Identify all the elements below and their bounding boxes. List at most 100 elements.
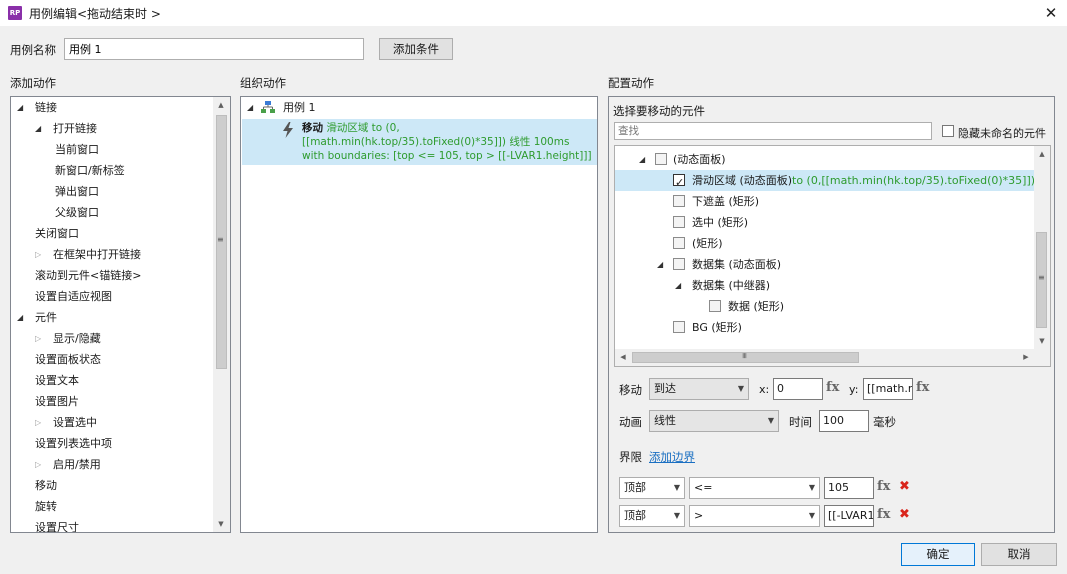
scroll-left-icon[interactable]: ◀ <box>615 349 631 365</box>
bound-1-edge-select[interactable]: 顶部 ▼ <box>619 477 685 499</box>
chevron-down-icon: ▼ <box>767 416 774 425</box>
widget-checkbox[interactable] <box>709 300 721 312</box>
action-tree-label: 设置列表选中项 <box>35 437 112 450</box>
widget-checkbox[interactable] <box>673 195 685 207</box>
action-tree-label: 元件 <box>35 311 57 324</box>
bound-2-fx-icon[interactable]: fx <box>877 507 890 522</box>
action-tree-label: 在框架中打开链接 <box>53 248 141 261</box>
case-name-input[interactable] <box>64 38 364 60</box>
widget-label: 下遮盖 (矩形) <box>692 195 760 208</box>
close-icon[interactable]: ✕ <box>1040 2 1062 24</box>
x-input[interactable]: 0 <box>773 378 823 400</box>
time-unit: 毫秒 <box>873 415 896 429</box>
move-type-select[interactable]: 到达 ▼ <box>649 378 749 400</box>
widget-tree-item[interactable]: BG (矩形) <box>615 317 1034 338</box>
expand-icon[interactable]: ▷ <box>35 328 41 349</box>
add-action-panel: ◢ 链接 ◢ 打开链接 当前窗口 新窗口/新标签 弹出窗口 父级窗口 关闭窗口 ▷ 在框架中打开链接… <box>10 96 231 533</box>
hide-unnamed-checkbox[interactable] <box>942 125 954 137</box>
bound-1-delete-icon[interactable]: ✖ <box>899 479 910 494</box>
animate-label: 动画 <box>619 415 642 429</box>
widget-tree-vscrollbar[interactable]: ▲ ≡ ▼ <box>1034 146 1050 349</box>
widget-label: 滑动区域 (动态面板) <box>692 174 793 187</box>
search-input[interactable] <box>614 122 932 140</box>
collapse-icon[interactable]: ◢ <box>17 97 23 118</box>
widget-tree-item[interactable]: 下遮盖 (矩形) <box>615 191 1034 212</box>
grip-icon: ≡ <box>1038 273 1045 282</box>
bound-1-op-select[interactable]: <= ▼ <box>689 477 820 499</box>
widget-tree-item[interactable]: 选中 (矩形) <box>615 212 1034 233</box>
action-tree-label: 设置文本 <box>35 374 79 387</box>
left-scrollbar[interactable]: ▲ ≡ ▼ <box>213 97 230 532</box>
time-input[interactable]: 100 <box>819 410 869 432</box>
add-condition-button[interactable]: 添加条件 <box>379 38 453 60</box>
widget-tree-item[interactable]: ◢ 数据集 (动态面板) <box>615 254 1034 275</box>
widget-tree-hscrollbar[interactable]: ◀ ≡ ▶ <box>615 349 1050 366</box>
bound-1-value-input[interactable]: 105 <box>824 477 874 499</box>
widget-label: 数据集 (中继器) <box>692 279 771 292</box>
collapse-icon[interactable]: ◢ <box>657 254 663 275</box>
collapse-icon[interactable]: ◢ <box>35 118 41 139</box>
select-widget-title: 选择要移动的元件 <box>613 104 705 118</box>
chevron-down-icon: ▼ <box>808 511 815 520</box>
y-fx-icon[interactable]: fx <box>916 380 929 395</box>
expand-icon[interactable]: ▷ <box>35 412 41 433</box>
widget-tree-item[interactable]: ◢ (动态面板) <box>615 149 1034 170</box>
add-boundary-link[interactable]: 添加边界 <box>649 449 695 465</box>
scroll-up-icon[interactable]: ▲ <box>213 97 229 113</box>
widget-label: 数据 (矩形) <box>728 300 785 313</box>
bound-2-edge-select[interactable]: 顶部 ▼ <box>619 505 685 527</box>
bound-2-op-select[interactable]: > ▼ <box>689 505 820 527</box>
action-tree-label: 弹出窗口 <box>55 185 99 198</box>
bound-2-delete-icon[interactable]: ✖ <box>899 507 910 522</box>
configure-action-title: 配置动作 <box>608 76 654 90</box>
widget-tree-item[interactable]: (矩形) <box>615 233 1034 254</box>
organize-action-title: 组织动作 <box>240 76 286 90</box>
y-label: y: <box>849 383 859 396</box>
case-tree-icon <box>261 101 275 113</box>
bound-1-fx-icon[interactable]: fx <box>877 479 890 494</box>
bound-2-value-input[interactable]: [[-LVAR1 <box>824 505 874 527</box>
x-fx-icon[interactable]: fx <box>826 380 839 395</box>
cancel-button[interactable]: 取消 <box>981 543 1057 566</box>
action-tree-label: 设置面板状态 <box>35 353 101 366</box>
widget-label: 选中 (矩形) <box>692 216 749 229</box>
hide-unnamed-label: 隐藏未命名的元件 <box>958 127 1046 140</box>
action-target: 滑动区域 to (0,[[math.min(hk.top/35).toFixed… <box>302 122 531 148</box>
action-tree-label: 设置自适应视图 <box>35 290 112 303</box>
action-tree-label: 设置选中 <box>53 416 97 429</box>
collapse-icon[interactable]: ◢ <box>639 149 645 170</box>
widget-tree-item[interactable]: 数据 (矩形) <box>615 296 1034 317</box>
easing-value: 线性 <box>654 414 676 427</box>
widget-checkbox[interactable] <box>673 237 685 249</box>
move-action-item[interactable]: 移动 滑动区域 to (0,[[math.min(hk.top/35).toFi… <box>242 119 597 165</box>
easing-select[interactable]: 线性 ▼ <box>649 410 779 432</box>
action-tree-label: 当前窗口 <box>55 143 99 156</box>
expand-icon[interactable]: ▷ <box>35 244 41 265</box>
action-tree-label: 父级窗口 <box>55 206 99 219</box>
widget-label: (动态面板) <box>673 153 726 166</box>
action-tree-label: 设置图片 <box>35 395 79 408</box>
window-title: 用例编辑<拖动结束时 > <box>29 7 161 21</box>
bounds-label: 界限 <box>619 450 642 464</box>
expand-icon[interactable]: ◢ <box>247 97 253 118</box>
scroll-down-icon[interactable]: ▼ <box>213 516 229 532</box>
widget-checkbox[interactable] <box>673 172 685 193</box>
configure-action-panel: 选择要移动的元件 隐藏未命名的元件 ◢ (动态面板) 滑动区域 (动态面板)to (… <box>608 96 1055 533</box>
collapse-icon[interactable]: ◢ <box>675 275 681 296</box>
expand-icon[interactable]: ▷ <box>35 454 41 475</box>
widget-checkbox[interactable] <box>673 258 685 270</box>
ok-button[interactable]: 确定 <box>901 543 975 566</box>
widget-checkbox[interactable] <box>673 321 685 333</box>
collapse-icon[interactable]: ◢ <box>17 307 23 328</box>
add-action-title: 添加动作 <box>10 76 56 90</box>
widget-checkbox[interactable] <box>673 216 685 228</box>
scroll-up-icon[interactable]: ▲ <box>1034 146 1050 162</box>
case-name-label: 用例名称 <box>10 43 56 57</box>
y-input[interactable]: [[math.n <box>863 378 913 400</box>
widget-tree-item[interactable]: ◢ 数据集 (中继器) <box>615 275 1034 296</box>
widget-tree-item[interactable]: 滑动区域 (动态面板)to (0,[[math.min(hk.top/35).t… <box>615 170 1050 193</box>
scroll-down-icon[interactable]: ▼ <box>1034 333 1050 349</box>
scroll-right-icon[interactable]: ▶ <box>1018 349 1034 365</box>
case-row[interactable]: ◢ 用例 1 <box>241 97 597 118</box>
widget-checkbox[interactable] <box>655 153 667 165</box>
